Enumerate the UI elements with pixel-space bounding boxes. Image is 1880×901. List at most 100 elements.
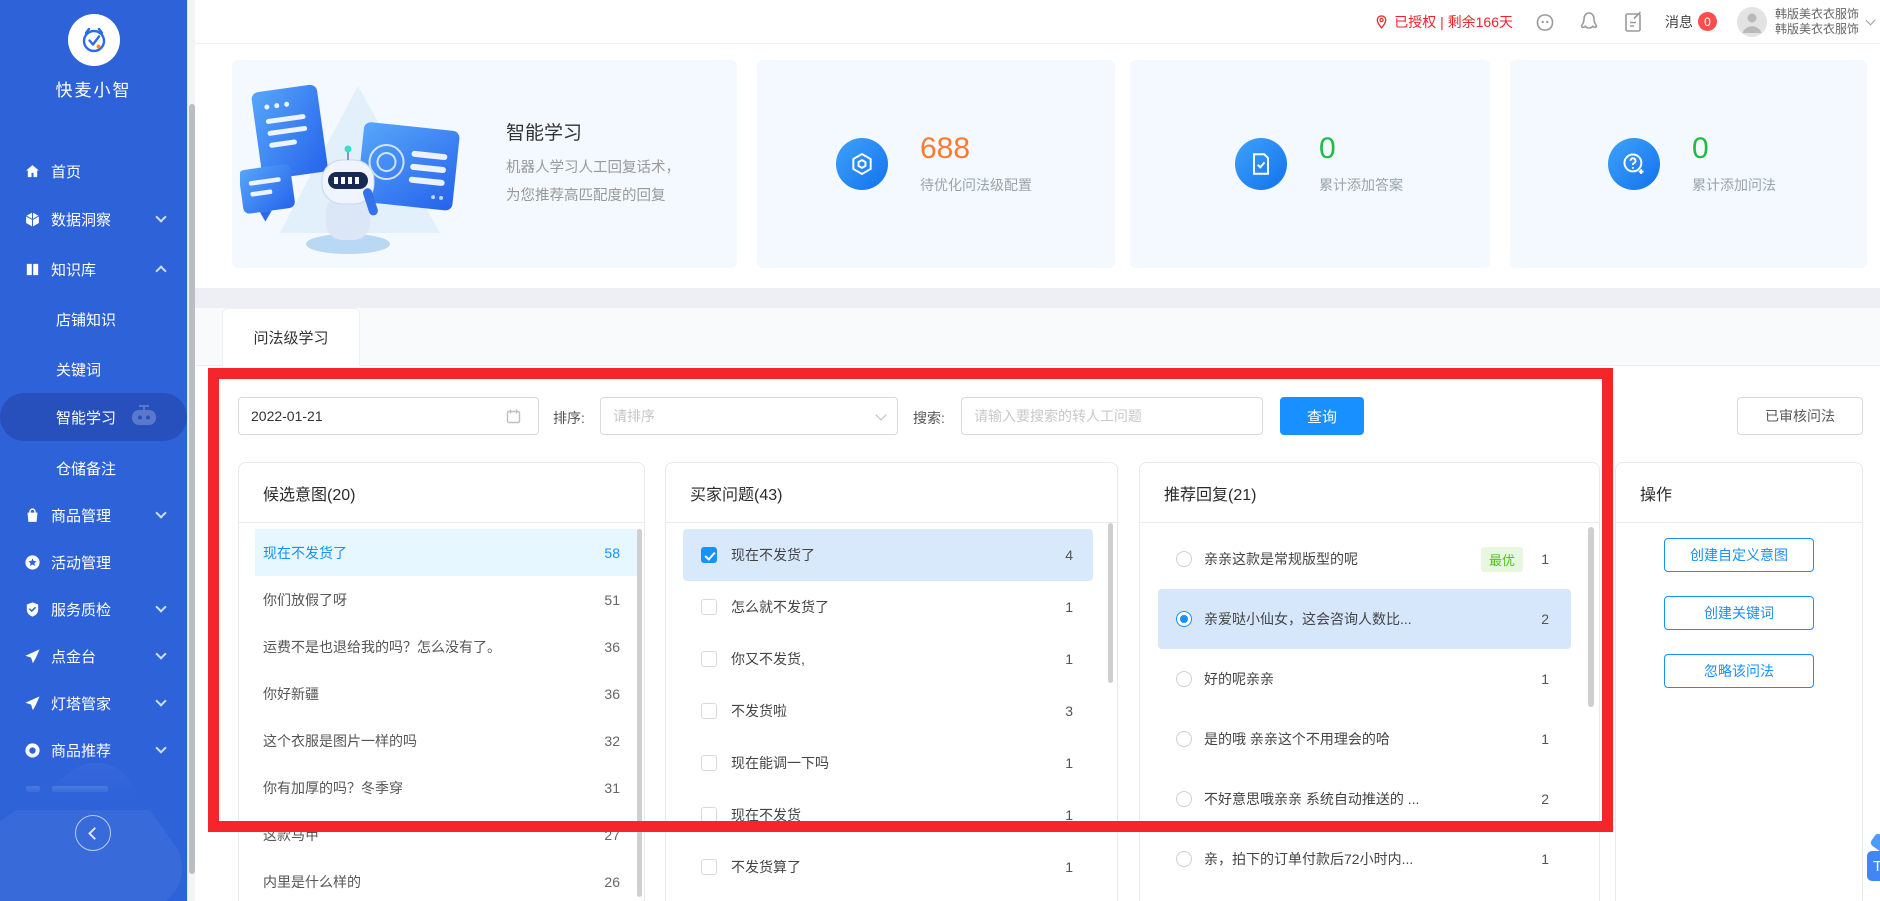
create-custom-intent-button[interactable]: 创建自定义意图 xyxy=(1664,538,1814,572)
sidebar-item-label: 首页 xyxy=(51,163,82,181)
question-row[interactable]: 现在不发货了 4 xyxy=(683,529,1093,581)
intent-row[interactable]: 内里是什么样的 26 xyxy=(255,858,640,901)
checkbox[interactable] xyxy=(701,703,717,719)
shop-name-line1: 韩版美衣衣服饰 xyxy=(1774,6,1859,21)
question-row[interactable]: 现在不发货 1 xyxy=(683,789,1093,841)
robot-illustration xyxy=(240,84,460,254)
intents-scrollbar-thumb[interactable] xyxy=(637,529,642,897)
intent-count: 32 xyxy=(604,732,620,749)
account-menu[interactable]: 韩版美衣衣服饰 韩版美衣衣服饰 xyxy=(1736,6,1876,37)
reply-row[interactable]: 不好意思哦亲亲 系统自动推送的 ... 2 xyxy=(1158,769,1571,829)
sidebar-item-service-qc[interactable]: 服务质检 xyxy=(0,585,187,633)
question-row[interactable]: 怎么就不发货了 1 xyxy=(683,581,1093,633)
chevron-down-icon xyxy=(1865,15,1876,25)
messages-menu[interactable]: 消息 0 xyxy=(1665,12,1717,32)
checkbox[interactable] xyxy=(701,599,717,615)
checkbox[interactable] xyxy=(701,859,717,875)
radio[interactable] xyxy=(1176,731,1192,747)
sidebar-collapse-button[interactable] xyxy=(75,815,111,851)
intent-count: 36 xyxy=(604,685,620,702)
checkbox[interactable] xyxy=(701,755,717,771)
tab-question-level-learning[interactable]: 问法级学习 xyxy=(222,308,360,366)
banner-desc-line1: 机器人学习人工回复话术， xyxy=(506,160,680,176)
reply-row[interactable]: 亲亲这款是常规版型的呢 最优 1 xyxy=(1158,529,1571,589)
reply-row[interactable]: 是的哦 亲亲这个不用理会的哈 1 xyxy=(1158,709,1571,769)
checkbox[interactable] xyxy=(701,807,717,823)
banner-title: 智能学习 xyxy=(506,123,583,144)
sort-select[interactable]: 请排序 xyxy=(600,397,898,435)
sidebar-item-dianjintai[interactable]: 点金台 xyxy=(0,632,187,680)
robot-watermark-icon xyxy=(127,402,161,432)
sidebar-item-product-recommend[interactable]: 商品推荐 xyxy=(0,726,187,774)
sidebar-item-activity-mgmt[interactable]: 活动管理 xyxy=(0,538,187,586)
sidebar-item-product-mgmt[interactable]: 商品管理 xyxy=(0,491,187,539)
reply-row[interactable]: 亲，拍下的订单付款后72小时内... 1 xyxy=(1158,829,1571,889)
sidebar-item-knowledge-base[interactable]: 知识库 xyxy=(0,245,187,293)
intent-row[interactable]: 运费不是也退给我的吗？怎么没有了。 36 xyxy=(255,623,640,670)
penguin-icon[interactable] xyxy=(1577,10,1601,34)
replies-scrollbar-thumb[interactable] xyxy=(1588,527,1594,707)
intent-row[interactable]: 现在不发货了 58 xyxy=(255,529,640,576)
question-count: 3 xyxy=(1065,703,1073,719)
avatar xyxy=(1736,6,1767,37)
question-row[interactable]: 现在能调一下吗 1 xyxy=(683,737,1093,789)
intent-row[interactable]: 你有加厚的吗？冬季穿 31 xyxy=(255,764,640,811)
intent-row[interactable]: 你好新疆 36 xyxy=(255,670,640,717)
section-divider xyxy=(195,288,1880,308)
banner-description: 机器人学习人工回复话术， 为您推荐高匹配度的回复 xyxy=(506,154,680,210)
shield-check-icon xyxy=(24,601,41,618)
app-logo[interactable] xyxy=(67,14,120,66)
question-count: 1 xyxy=(1065,599,1073,615)
create-keyword-button[interactable]: 创建关键词 xyxy=(1664,596,1814,630)
reply-row[interactable]: 亲爱哒小仙女，这会咨询人数比... 2 xyxy=(1158,589,1571,649)
radio[interactable] xyxy=(1176,551,1192,567)
sidebar-item-data-insight[interactable]: 数据洞察 xyxy=(0,195,187,243)
query-button[interactable]: 查询 xyxy=(1280,397,1364,435)
intent-row[interactable]: 你们放假了呀 51 xyxy=(255,576,640,623)
questions-scrollbar-thumb[interactable] xyxy=(1108,523,1113,683)
intent-row[interactable]: 这款马甲 27 xyxy=(255,811,640,858)
buyer-questions-card: 买家问题(43) 现在不发货了 4 怎么就不发货了 1 你又不发货, 1 不发货啦 3 … xyxy=(665,462,1118,901)
intent-row[interactable]: 这个衣服是图片一样的吗 32 xyxy=(255,717,640,764)
floating-widget[interactable]: T xyxy=(1867,851,1880,881)
sidebar-item-lighthouse[interactable]: 灯塔管家 xyxy=(0,679,187,727)
circle-badge-icon xyxy=(24,742,41,759)
sidebar-scrollbar[interactable] xyxy=(187,0,195,901)
radio[interactable] xyxy=(1176,851,1192,867)
auth-text: 已授权 | 剩余166天 xyxy=(1394,13,1513,30)
date-input[interactable] xyxy=(238,397,539,435)
checkbox-checked[interactable] xyxy=(701,547,717,563)
question-row[interactable]: 不发货啦 3 xyxy=(683,685,1093,737)
ignore-question-button[interactable]: 忽略该问法 xyxy=(1664,654,1814,688)
stat-card-pending-config: 688 待优化问法级配置 xyxy=(757,60,1115,268)
sidebar-item-smart-learning[interactable]: 智能学习 xyxy=(0,393,187,441)
sidebar-item-shop-knowledge[interactable]: 店铺知识 xyxy=(0,295,187,343)
auth-status[interactable]: 已授权 | 剩余166天 xyxy=(1374,12,1513,32)
sidebar-item-keywords[interactable]: 关键词 xyxy=(0,345,187,393)
sidebar-item-warehouse-notes[interactable]: 仓储备注 xyxy=(0,444,187,492)
question-row[interactable]: 你又不发货, 1 xyxy=(683,633,1093,685)
radio-selected[interactable] xyxy=(1176,611,1192,627)
sidebar-item-label: 关键词 xyxy=(56,361,102,379)
hexagon-nut-icon xyxy=(836,138,888,190)
sidebar-item-label: 点金台 xyxy=(51,648,97,666)
document-edit-icon[interactable] xyxy=(1621,10,1645,34)
radio[interactable] xyxy=(1176,671,1192,687)
reply-count: 1 xyxy=(1541,731,1549,747)
sidebar-item-home[interactable]: 首页 xyxy=(0,147,187,195)
messages-count-badge: 0 xyxy=(1697,12,1717,31)
reviewed-questions-button[interactable]: 已审核问法 xyxy=(1737,397,1863,435)
reply-row[interactable]: 好的呢亲亲 1 xyxy=(1158,649,1571,709)
robot-icon[interactable] xyxy=(1533,10,1557,34)
search-input[interactable] xyxy=(961,397,1263,435)
sidebar-item-label: 服务质检 xyxy=(51,601,112,619)
home-icon xyxy=(24,163,41,180)
radio[interactable] xyxy=(1176,791,1192,807)
question-row[interactable]: 不发货算了 1 xyxy=(683,841,1093,893)
sidebar: 快麦小智 首页 数据洞察 知识库 店铺知识 关键词 智能学习 仓储备注 商品管理… xyxy=(0,0,187,901)
checkbox[interactable] xyxy=(701,651,717,667)
chevron-down-icon xyxy=(155,695,167,707)
shop-name: 韩版美衣衣服饰 韩版美衣衣服饰 xyxy=(1775,7,1859,37)
smart-learning-banner-card: 智能学习 机器人学习人工回复话术， 为您推荐高匹配度的回复 xyxy=(232,60,737,268)
calendar-icon[interactable] xyxy=(505,408,522,430)
